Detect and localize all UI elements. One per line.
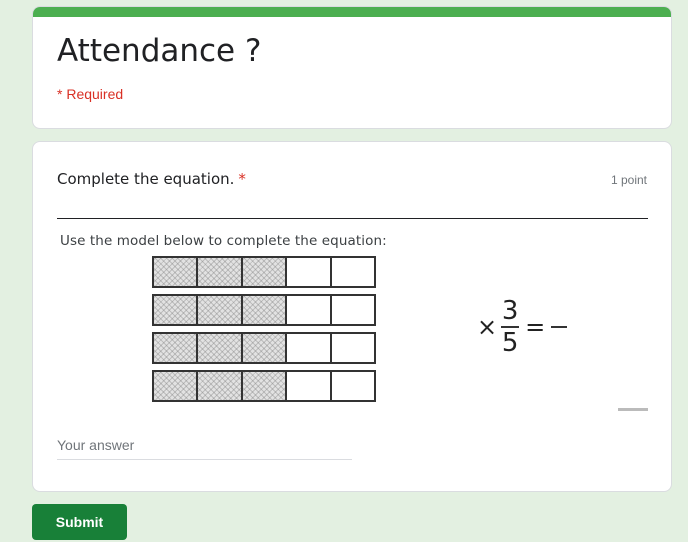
model-row [152,332,376,364]
model-cell-shaded [154,296,199,324]
model-cell-shaded [198,372,243,400]
form-title: Attendance ? [57,33,262,69]
submit-button[interactable]: Submit [32,504,127,540]
answer-input[interactable]: Your answer [57,436,352,460]
fraction-numerator: 3 [501,296,519,326]
required-note: * Required [57,86,124,102]
model-cell-empty [332,334,374,362]
question-divider [57,218,648,219]
model-cell-shaded [242,372,288,400]
fraction-model [152,256,376,408]
model-cell-empty [332,258,374,286]
model-cell-shaded [198,296,243,324]
equation-blank [551,326,568,328]
equation-equals: = [525,313,546,341]
model-cell-empty [332,372,374,400]
question-card: Complete the equation. * 1 point Use the … [32,141,672,492]
model-cell-empty [287,334,332,362]
form-header-card: Attendance ? * Required [32,6,672,129]
equation-operator: × [477,313,498,341]
equation: × 3 5 = [477,289,568,365]
model-cell-empty [332,296,374,324]
image-watermark [618,408,648,411]
equation-fraction: 3 5 [501,296,520,358]
model-cell-shaded [242,296,288,324]
model-cell-shaded [154,258,199,286]
model-cell-shaded [198,334,243,362]
model-cell-shaded [198,258,243,286]
image-instruction: Use the model below to complete the equa… [60,233,387,249]
question-title-text: Complete the equation. [57,170,235,188]
question-image: Use the model below to complete the equa… [57,231,648,417]
model-cell-empty [287,372,332,400]
model-row [152,256,376,288]
model-cell-shaded [242,258,288,286]
model-cell-shaded [242,334,288,362]
question-points: 1 point [610,173,647,187]
required-asterisk: * [238,170,246,188]
model-cell-shaded [154,372,199,400]
model-row [152,370,376,402]
fraction-denominator: 5 [501,328,519,358]
form-accent-bar [33,7,671,17]
model-cell-empty [287,296,332,324]
model-cell-shaded [154,334,199,362]
question-title: Complete the equation. * [57,170,246,188]
model-row [152,294,376,326]
model-cell-empty [287,258,332,286]
